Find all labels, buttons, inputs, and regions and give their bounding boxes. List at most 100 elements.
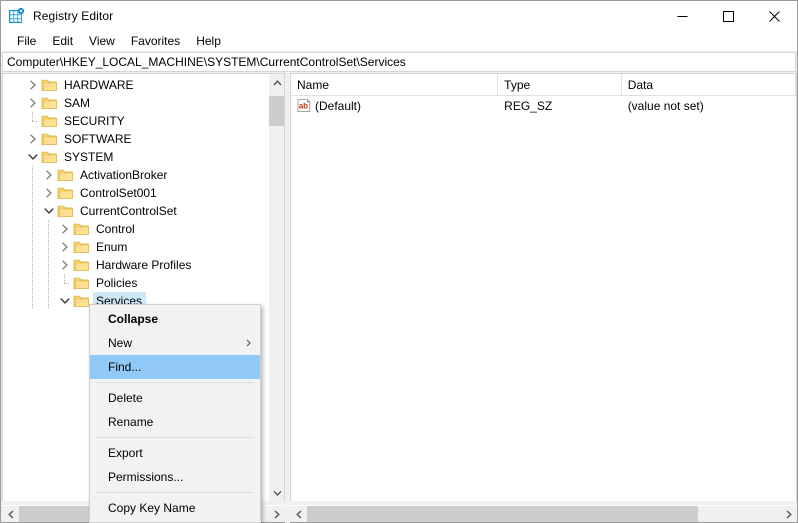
- context-menu-item-label: New: [108, 336, 133, 350]
- tree-item-enum[interactable]: Enum: [3, 238, 268, 256]
- maximize-button[interactable]: [705, 1, 751, 31]
- scroll-left-icon[interactable]: [2, 506, 19, 522]
- tree-indent-guide: [41, 256, 57, 274]
- address-path: Computer\HKEY_LOCAL_MACHINE\SYSTEM\Curre…: [7, 55, 406, 69]
- table-row[interactable]: ab (Default) REG_SZ (value not set): [291, 96, 796, 115]
- tree-item-label: Policies: [96, 275, 138, 290]
- values-horizontal-scrollbar[interactable]: [290, 505, 797, 522]
- chevron-right-icon[interactable]: [57, 220, 73, 238]
- registry-values-pane: Name Type Data ab (Default) REG_SZ (value not…: [290, 73, 797, 502]
- scroll-right-icon[interactable]: [268, 506, 285, 522]
- tree-indent-guide: [41, 292, 57, 310]
- tree-item-software[interactable]: SOFTWARE: [3, 130, 268, 148]
- menu-item-favorites[interactable]: Favorites: [123, 32, 188, 51]
- context-menu-item-label: Rename: [108, 415, 154, 429]
- tree-item-hardware-profiles[interactable]: Hardware Profiles: [3, 256, 268, 274]
- value-name-label: (Default): [315, 98, 362, 113]
- chevron-down-icon[interactable]: [41, 202, 57, 220]
- context-menu-item-rename[interactable]: Rename: [90, 410, 260, 434]
- registry-editor-icon: [8, 7, 25, 25]
- tree-item-activationbroker[interactable]: ActivationBroker: [3, 166, 268, 184]
- tree-indent-guide: [25, 184, 41, 202]
- minimize-button[interactable]: [659, 1, 705, 31]
- column-header-name[interactable]: Name: [291, 74, 499, 95]
- context-menu-separator: [96, 492, 254, 493]
- tree-item-label: HARDWARE: [64, 77, 134, 92]
- scroll-down-icon[interactable]: [269, 484, 284, 501]
- context-menu-item-new[interactable]: New: [90, 331, 260, 355]
- context-menu-item-label: Copy Key Name: [108, 501, 196, 515]
- chevron-right-icon[interactable]: [25, 76, 41, 94]
- values-horizontal-scrollbar-thumb[interactable]: [307, 506, 698, 522]
- tree-indent-guide: [25, 238, 41, 256]
- tree-item-control[interactable]: Control: [3, 220, 268, 238]
- context-menu-item-permissions[interactable]: Permissions...: [90, 465, 260, 489]
- scroll-left-icon[interactable]: [290, 506, 307, 522]
- tree-indent-guide: [25, 256, 41, 274]
- tree-item-label: CurrentControlSet: [80, 203, 177, 218]
- context-menu-item-collapse[interactable]: Collapse: [90, 307, 260, 331]
- title-bar: Registry Editor: [1, 1, 797, 31]
- chevron-down-icon[interactable]: [57, 292, 73, 310]
- value-data-cell: (value not set): [627, 98, 704, 113]
- tree-item-controlset001[interactable]: ControlSet001: [3, 184, 268, 202]
- scroll-up-icon[interactable]: [269, 74, 284, 91]
- menu-item-view[interactable]: View: [81, 32, 123, 51]
- tree-item-label: SAM: [64, 95, 91, 110]
- tree-item-currentcontrolset[interactable]: CurrentControlSet: [3, 202, 268, 220]
- chevron-right-icon[interactable]: [41, 166, 57, 184]
- folder-icon: [41, 78, 58, 92]
- tree-item-security[interactable]: SECURITY: [3, 112, 268, 130]
- folder-icon: [73, 294, 90, 308]
- tree-item-label: Enum: [96, 239, 128, 254]
- tree-item-sam[interactable]: SAM: [3, 94, 268, 112]
- chevron-right-icon[interactable]: [57, 238, 73, 256]
- tree-item-policies[interactable]: Policies: [3, 274, 268, 292]
- folder-icon: [57, 168, 74, 182]
- chevron-right-icon[interactable]: [25, 130, 41, 148]
- menu-bar: File Edit View Favorites Help: [1, 31, 797, 51]
- column-header-data[interactable]: Data: [622, 74, 796, 95]
- chevron-down-icon[interactable]: [25, 148, 41, 166]
- menu-item-file[interactable]: File: [9, 32, 44, 51]
- folder-icon: [57, 204, 74, 218]
- tree-vertical-scrollbar-thumb[interactable]: [269, 96, 284, 126]
- close-button[interactable]: [751, 1, 797, 31]
- tree-item-system[interactable]: SYSTEM: [3, 148, 268, 166]
- column-header-type[interactable]: Type: [498, 74, 622, 95]
- values-list: ab (Default) REG_SZ (value not set): [291, 96, 796, 115]
- window-controls: [659, 1, 797, 31]
- chevron-right-icon[interactable]: [41, 184, 57, 202]
- tree-indent-guide: [25, 292, 41, 310]
- context-menu-item-export[interactable]: Export: [90, 441, 260, 465]
- context-menu-item-label: Collapse: [108, 312, 159, 326]
- menu-item-help[interactable]: Help: [188, 32, 229, 51]
- tree-item-label: ControlSet001: [80, 185, 157, 200]
- tree-item-hardware[interactable]: HARDWARE: [3, 76, 268, 94]
- address-bar[interactable]: Computer\HKEY_LOCAL_MACHINE\SYSTEM\Curre…: [2, 52, 796, 72]
- tree-indent-guide: [25, 274, 41, 292]
- context-menu-item-delete[interactable]: Delete: [90, 386, 260, 410]
- context-menu-item-copy-key-name[interactable]: Copy Key Name: [90, 496, 260, 520]
- tree-indent-guide: [25, 166, 41, 184]
- context-menu-item-find[interactable]: Find...: [90, 355, 260, 379]
- tree-item-label: ActivationBroker: [80, 167, 168, 182]
- tree-node-connector: [25, 112, 41, 130]
- tree-item-label: Hardware Profiles: [96, 257, 192, 272]
- folder-icon: [41, 114, 58, 128]
- chevron-right-icon[interactable]: [25, 94, 41, 112]
- chevron-right-icon[interactable]: [57, 256, 73, 274]
- tree-indent-guide: [41, 220, 57, 238]
- tree-vertical-scrollbar[interactable]: [268, 74, 284, 501]
- menu-item-edit[interactable]: Edit: [44, 32, 81, 51]
- folder-icon: [73, 276, 90, 290]
- window-title: Registry Editor: [33, 9, 114, 23]
- context-menu-item-label: Delete: [108, 391, 143, 405]
- scroll-right-icon[interactable]: [780, 506, 797, 522]
